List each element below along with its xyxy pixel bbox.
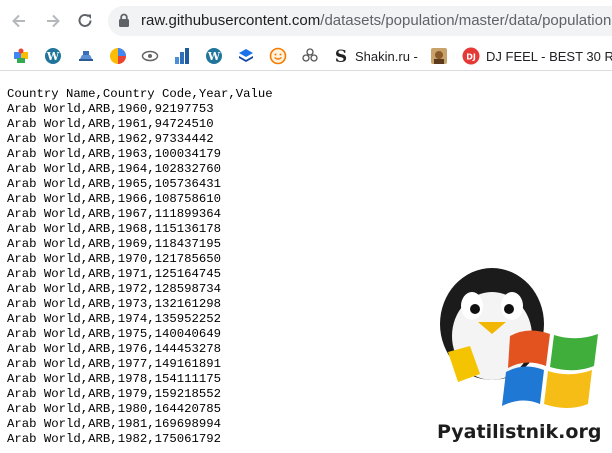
arrow-right-icon bbox=[47, 14, 60, 28]
browser-toolbar: raw.githubusercontent.com/datasets/popul… bbox=[0, 0, 612, 42]
eye-icon bbox=[141, 50, 159, 62]
csv-row: Arab World,ARB,1972,128598734 bbox=[7, 282, 222, 296]
bookmark-7[interactable]: W bbox=[205, 47, 223, 65]
layers-icon bbox=[239, 49, 253, 62]
bookmark-6[interactable] bbox=[173, 47, 191, 65]
bookmark-9[interactable] bbox=[269, 47, 287, 65]
lock-icon bbox=[118, 13, 130, 33]
bookmark-1[interactable] bbox=[12, 47, 30, 65]
csv-row: Arab World,ARB,1964,102832760 bbox=[7, 162, 222, 176]
csv-row: Arab World,ARB,1975,140040649 bbox=[7, 327, 222, 341]
csv-row: Arab World,ARB,1968,115136178 bbox=[7, 222, 222, 236]
csv-row: Arab World,ARB,1976,144453278 bbox=[7, 342, 222, 356]
csv-row: Arab World,ARB,1966,108758610 bbox=[7, 192, 222, 206]
bookmark-2[interactable]: W bbox=[44, 47, 62, 65]
wordpress-icon: W bbox=[206, 48, 222, 64]
circle-chart-icon bbox=[110, 48, 126, 64]
csv-row: Arab World,ARB,1970,121785650 bbox=[7, 252, 222, 266]
csv-row: Arab World,ARB,1973,132161298 bbox=[7, 297, 222, 311]
csv-row: Arab World,ARB,1961,94724510 bbox=[7, 117, 214, 131]
reload-icon bbox=[78, 13, 92, 27]
csv-row: Arab World,ARB,1977,149161891 bbox=[7, 357, 222, 371]
puzzle-icon bbox=[14, 48, 28, 63]
svg-text:DJ: DJ bbox=[466, 53, 476, 62]
bookmark-djfeel[interactable]: DJ DJ FEEL - BEST 30 R... bbox=[462, 47, 612, 65]
bookmark-label: DJ FEEL - BEST 30 R... bbox=[486, 48, 612, 64]
svg-text:W: W bbox=[207, 50, 221, 63]
dj-icon: DJ bbox=[462, 47, 480, 65]
csv-row: Arab World,ARB,1981,169698994 bbox=[7, 417, 222, 431]
url-path: /datasets/population/master/data/populat… bbox=[320, 12, 612, 29]
bookmark-label: Shakin.ru - bbox=[355, 48, 418, 64]
bookmark-12[interactable] bbox=[430, 47, 448, 65]
s-logo-icon: S bbox=[335, 47, 347, 65]
bookmark-10[interactable] bbox=[301, 47, 319, 65]
reload-button[interactable] bbox=[72, 8, 98, 34]
flower-icon bbox=[302, 48, 318, 62]
bookmark-8[interactable] bbox=[237, 47, 255, 65]
arrow-left-icon bbox=[12, 14, 25, 28]
bookmark-5[interactable] bbox=[141, 47, 159, 65]
csv-text: Country Name,Country Code,Year,Value Ara… bbox=[7, 87, 273, 447]
hat-icon bbox=[79, 51, 93, 61]
csv-row: Arab World,ARB,1962,97334442 bbox=[7, 132, 214, 146]
csv-row: Arab World,ARB,1963,100034179 bbox=[7, 147, 222, 161]
url-host: raw.githubusercontent.com bbox=[141, 12, 321, 29]
csv-row: Arab World,ARB,1978,154111175 bbox=[7, 372, 222, 386]
photo-icon bbox=[431, 48, 447, 64]
csv-row: Arab World,ARB,1969,118437195 bbox=[7, 237, 222, 251]
csv-row: Arab World,ARB,1982,175061792 bbox=[7, 432, 222, 446]
address-bar[interactable]: raw.githubusercontent.com/datasets/popul… bbox=[108, 6, 612, 36]
csv-row: Arab World,ARB,1960,92197753 bbox=[7, 102, 214, 116]
csv-row: Arab World,ARB,1971,125164745 bbox=[7, 267, 222, 281]
csv-row: Arab World,ARB,1980,164420785 bbox=[7, 402, 222, 416]
csv-row: Arab World,ARB,1974,135952252 bbox=[7, 312, 222, 326]
url-text: raw.githubusercontent.com/datasets/popul… bbox=[141, 12, 612, 29]
bookmark-3[interactable] bbox=[77, 47, 95, 65]
bookmark-shakin[interactable]: S Shakin.ru - bbox=[333, 47, 418, 65]
csv-row: Arab World,ARB,1979,159218552 bbox=[7, 387, 222, 401]
bookmarks-bar: W W S Shakin.ru - DJ DJ FEEL - BEST 30 R… bbox=[0, 42, 612, 71]
analytics-icon bbox=[175, 48, 189, 64]
svg-text:W: W bbox=[46, 50, 60, 63]
back-button[interactable] bbox=[6, 8, 32, 34]
csv-row: Arab World,ARB,1965,105736431 bbox=[7, 177, 222, 191]
forward-button[interactable] bbox=[40, 8, 66, 34]
svg-text:S: S bbox=[335, 47, 347, 65]
wordpress-icon: W bbox=[45, 48, 61, 64]
watermark-text: Pyatilistnik.org bbox=[437, 421, 602, 443]
bookmark-4[interactable] bbox=[109, 47, 127, 65]
csv-header: Country Name,Country Code,Year,Value bbox=[7, 87, 273, 101]
csv-row: Arab World,ARB,1967,111899364 bbox=[7, 207, 222, 221]
smiley-icon bbox=[269, 47, 287, 65]
